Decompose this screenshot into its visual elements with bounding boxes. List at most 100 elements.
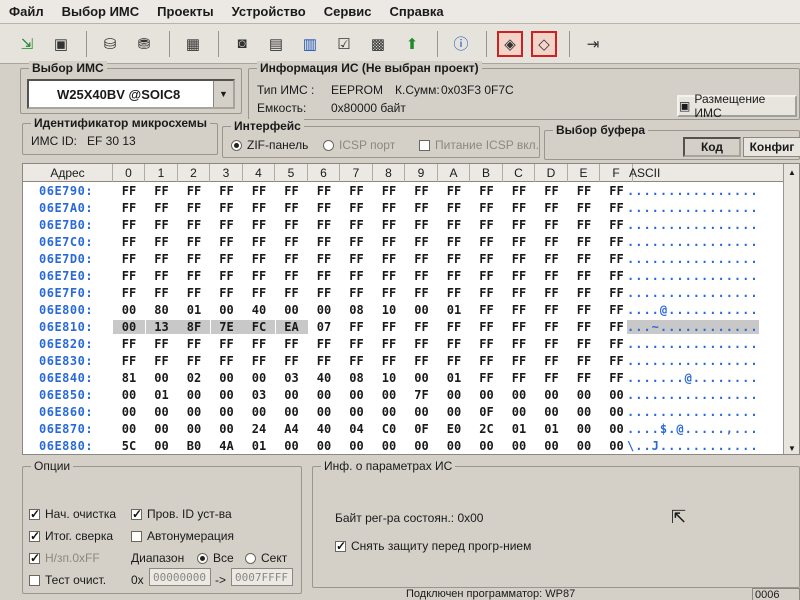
hex-byte[interactable]: FF [113, 252, 145, 266]
hex-byte[interactable]: 00 [211, 371, 243, 385]
hex-byte[interactable]: C0 [373, 422, 405, 436]
hex-byte[interactable]: FF [536, 286, 568, 300]
hex-byte[interactable]: FF [471, 235, 503, 249]
write-icon[interactable]: ▥ [297, 31, 323, 57]
hex-byte[interactable]: FF [471, 303, 503, 317]
hex-byte[interactable]: FF [568, 303, 600, 317]
hex-byte[interactable]: FF [243, 184, 275, 198]
hex-byte[interactable]: 00 [113, 303, 145, 317]
hex-byte[interactable]: FF [276, 354, 308, 368]
hex-byte[interactable]: 01 [178, 303, 210, 317]
hex-byte[interactable]: 00 [438, 388, 470, 402]
hex-byte[interactable]: 7F [406, 388, 438, 402]
tab-code[interactable]: Код [683, 137, 741, 157]
hex-byte[interactable]: 00 [373, 388, 405, 402]
hex-byte[interactable]: 03 [276, 371, 308, 385]
hex-byte[interactable]: 8F [178, 320, 210, 334]
hex-byte[interactable]: 00 [471, 439, 503, 453]
hex-byte[interactable]: FF [471, 252, 503, 266]
hex-byte[interactable]: 00 [373, 439, 405, 453]
hex-byte[interactable]: 00 [211, 422, 243, 436]
hex-byte[interactable]: 00 [113, 422, 145, 436]
hex-byte[interactable]: FF [211, 184, 243, 198]
hex-row[interactable]: 06E840: 81 00 02 00 00 03 40 08 10 00 01 FF FF FF FF FF.… [23, 371, 783, 388]
hex-byte[interactable]: FF [471, 337, 503, 351]
hex-byte[interactable]: FF [438, 337, 470, 351]
hex-byte[interactable]: FF [341, 286, 373, 300]
hex-byte[interactable]: FF [178, 337, 210, 351]
hex-byte[interactable]: FF [341, 201, 373, 215]
hex-byte[interactable]: FF [146, 235, 178, 249]
hex-byte[interactable]: 00 [536, 405, 568, 419]
range-end-input[interactable]: 0007FFFF [231, 568, 293, 586]
hex-byte[interactable]: FF [341, 235, 373, 249]
hex-byte[interactable]: FF [341, 354, 373, 368]
ascii-text[interactable]: \..J............ [627, 439, 759, 453]
hex-byte[interactable]: FF [308, 337, 340, 351]
hex-byte[interactable]: 00 [113, 405, 145, 419]
hex-row[interactable]: 06E880: 5C 00 B0 4A 01 00 00 00 00 00 00 00 00 00 00 00 \… [23, 439, 783, 454]
hex-byte[interactable]: FF [211, 252, 243, 266]
hex-byte[interactable]: FF [146, 269, 178, 283]
hex-byte[interactable]: FF [211, 354, 243, 368]
hex-byte[interactable]: FF [536, 184, 568, 198]
hex-byte[interactable]: FF [503, 252, 535, 266]
hex-byte[interactable]: FF [308, 354, 340, 368]
hex-byte[interactable]: FF [146, 354, 178, 368]
hex-byte[interactable]: FF [406, 218, 438, 232]
pre-erase-checkbox[interactable]: Нач. очистка [29, 507, 116, 521]
hex-byte[interactable]: 04 [341, 422, 373, 436]
hex-row[interactable]: 06E790: FF FF FF FF FF FF FF FF FF FF FF FF FF FF FF FF.… [23, 184, 783, 201]
hex-byte[interactable]: 08 [341, 371, 373, 385]
hex-byte[interactable]: FF [146, 184, 178, 198]
hex-byte[interactable]: FF [406, 269, 438, 283]
hex-byte[interactable]: 00 [503, 388, 535, 402]
hex-byte[interactable]: 00 [178, 422, 210, 436]
hex-byte[interactable]: FF [536, 371, 568, 385]
menu-device[interactable]: Устройство [223, 2, 315, 21]
hex-row[interactable]: 06E7F0: FF FF FF FF FF FF FF FF FF FF FF FF FF FF FF FF.… [23, 286, 783, 303]
hex-byte[interactable]: FF [406, 201, 438, 215]
hex-byte[interactable]: 00 [438, 405, 470, 419]
hex-byte[interactable]: FF [243, 286, 275, 300]
ascii-text[interactable]: ................ [627, 201, 759, 215]
hex-byte[interactable]: 00 [503, 405, 535, 419]
open-icon[interactable]: ⇲ [14, 31, 40, 57]
hex-byte[interactable]: 00 [406, 439, 438, 453]
hex-byte[interactable]: 2C [471, 422, 503, 436]
hex-byte[interactable]: FF [243, 235, 275, 249]
hex-byte[interactable]: FF [341, 218, 373, 232]
remove-protection-checkbox[interactable]: Снять защиту перед прогр-нием [335, 539, 531, 553]
hex-byte[interactable]: 00 [406, 303, 438, 317]
hex-byte[interactable]: 00 [243, 405, 275, 419]
hex-byte[interactable]: FF [146, 218, 178, 232]
hex-byte[interactable]: 80 [146, 303, 178, 317]
save-icon[interactable]: ▣ [48, 31, 74, 57]
hex-byte[interactable]: 00 [341, 439, 373, 453]
hex-byte[interactable]: FF [471, 354, 503, 368]
hex-byte[interactable]: 00 [568, 388, 600, 402]
hex-byte[interactable]: FF [471, 371, 503, 385]
hex-byte[interactable]: FF [568, 371, 600, 385]
hex-row[interactable]: 06E7E0: FF FF FF FF FF FF FF FF FF FF FF FF FF FF FF FF.… [23, 269, 783, 286]
hex-byte[interactable]: FF [373, 320, 405, 334]
hex-byte[interactable]: FF [438, 252, 470, 266]
hex-byte[interactable]: FF [438, 201, 470, 215]
hex-byte[interactable]: FF [146, 337, 178, 351]
menu-help[interactable]: Справка [380, 2, 452, 21]
hex-byte[interactable]: FF [568, 269, 600, 283]
ascii-text[interactable]: ................ [627, 286, 759, 300]
hex-byte[interactable]: FF [438, 184, 470, 198]
hex-byte[interactable]: FF [406, 286, 438, 300]
hex-byte[interactable]: 00 [211, 405, 243, 419]
hex-byte[interactable]: 00 [178, 405, 210, 419]
hex-byte[interactable]: 40 [308, 422, 340, 436]
hex-byte[interactable]: 13 [145, 320, 178, 334]
chip-id-icon[interactable]: ◙ [229, 31, 255, 57]
hex-byte[interactable]: 40 [243, 303, 275, 317]
hex-byte[interactable]: FF [406, 184, 438, 198]
hex-byte[interactable]: FF [536, 269, 568, 283]
hex-byte[interactable]: FF [178, 286, 210, 300]
hex-byte[interactable]: FF [568, 286, 600, 300]
hex-byte[interactable]: FF [568, 337, 600, 351]
